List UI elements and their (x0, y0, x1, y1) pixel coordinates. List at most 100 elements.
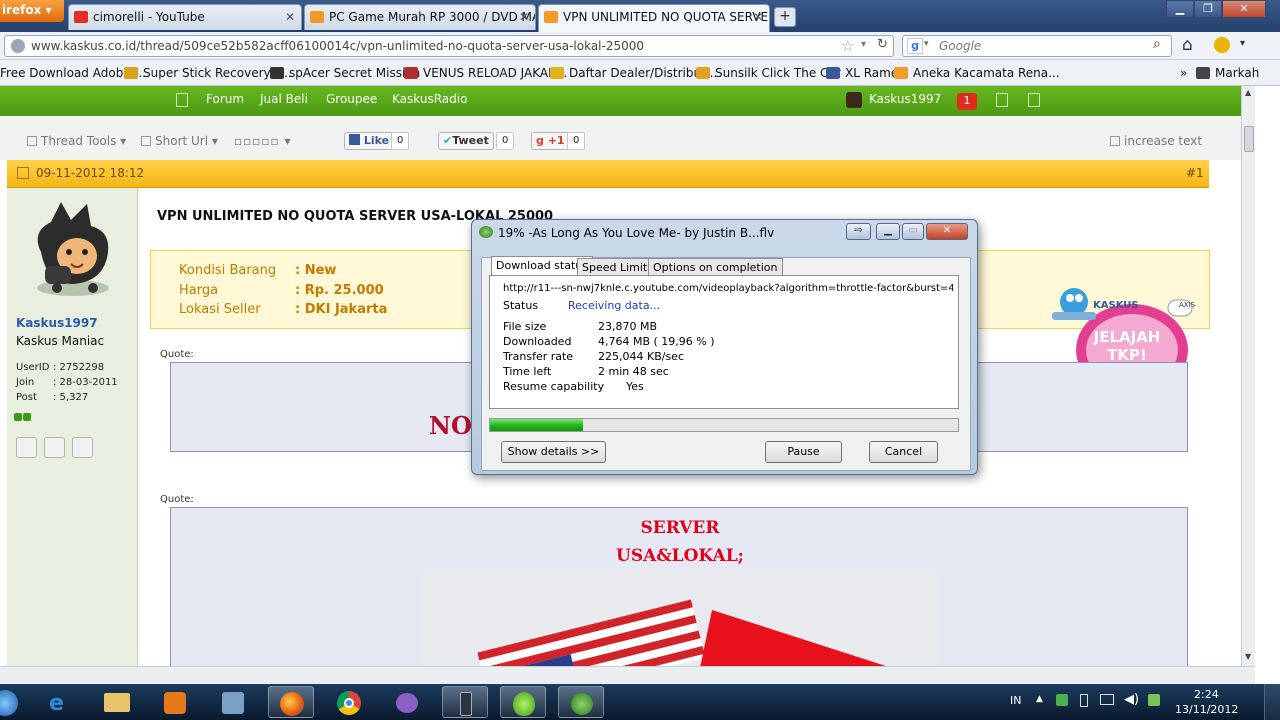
bookmark-item[interactable]: Aneka Kacamata Rena... (894, 66, 1060, 80)
firefox-icon (280, 692, 304, 716)
history-dropdown-icon[interactable]: ▾ (861, 39, 866, 50)
language-indicator[interactable]: IN (1010, 694, 1021, 707)
bookmark-item[interactable]: VENUS RELOAD JAKAR... (404, 66, 567, 80)
user-menu[interactable]: Kaskus1997 (869, 92, 941, 106)
start-button[interactable] (0, 686, 26, 718)
scroll-down-icon[interactable]: ▼ (1245, 652, 1251, 661)
messages-icon[interactable] (996, 93, 1008, 107)
bookmark-item[interactable]: Daftar Dealer/Distribut... (550, 66, 717, 80)
bookmark-label: spAcer Secret Mission (289, 66, 421, 80)
dialog-minimize-icon[interactable]: ▁ (876, 223, 900, 240)
download-status-panel: http://r11---sn-nwj7knle.c.youtube.com/v… (489, 275, 959, 409)
volume-icon[interactable]: ◀) (1124, 692, 1139, 707)
tab-vpn-unlimited[interactable]: VPN UNLIMITED NO QUOTA SERVER ... ✕ (538, 4, 770, 32)
maximize-icon[interactable]: ❐ (1194, 0, 1222, 18)
minimize-icon[interactable]: ▁ (1166, 0, 1194, 18)
short-url-menu[interactable]: Short Url ▾ (141, 134, 218, 148)
settings-icon[interactable] (1028, 93, 1040, 107)
scrollbar-thumb[interactable] (1244, 126, 1254, 152)
search-input[interactable]: g ▾ Google ⌕ (902, 35, 1172, 57)
show-details-button[interactable]: Show details >> (501, 441, 606, 463)
tab-youtube[interactable]: cimorelli - YouTube ✕ (68, 4, 302, 30)
firefox-menu-button[interactable]: irefox ▾ (0, 0, 64, 22)
close-window-icon[interactable]: ✕ (1222, 0, 1266, 18)
navigation-bar: www.kaskus.co.id/thread/509ce52b582acff0… (0, 32, 1280, 60)
scroll-up-icon[interactable]: ▲ (1245, 88, 1251, 97)
taskbar-messenger[interactable] (384, 686, 430, 718)
user-avatar[interactable] (21, 192, 125, 298)
tray-expand-icon[interactable]: ▲ (1036, 694, 1043, 704)
battery-icon[interactable] (1148, 694, 1160, 706)
bookmarks-menu-button[interactable]: Markah (1196, 66, 1259, 80)
nav-forum[interactable]: Forum (206, 92, 244, 106)
addon-dropdown-icon[interactable]: ▾ (1240, 38, 1245, 49)
quote-label: Quote: (160, 349, 194, 360)
url-bar[interactable]: www.kaskus.co.id/thread/509ce52b582acff0… (4, 35, 894, 57)
hide-to-tray-icon[interactable]: ⇨ (846, 223, 871, 240)
engine-dropdown-icon[interactable]: ▾ (924, 39, 929, 49)
taskbar-explorer[interactable] (94, 686, 140, 718)
google-icon[interactable]: g (907, 38, 923, 54)
username-link[interactable]: Kaskus1997 (16, 316, 98, 330)
location-label: Lokasi Seller (179, 302, 261, 317)
vertical-scrollbar[interactable]: ▲ ▼ (1241, 86, 1255, 666)
post-number[interactable]: #1 (1186, 166, 1204, 180)
new-tab-button[interactable]: + (774, 7, 796, 27)
quote-text: NO (429, 411, 472, 440)
reload-icon[interactable]: ↻ (877, 37, 888, 52)
cancel-button[interactable]: Cancel (869, 441, 938, 463)
bookmark-item[interactable]: Sunsilk Click The Car (696, 66, 841, 80)
gplus-button[interactable]: g +1 (531, 132, 570, 150)
facebook-icon (349, 134, 360, 145)
clock-date[interactable]: 13/11/2012 (1175, 703, 1238, 716)
close-tab-icon[interactable]: ✕ (519, 10, 529, 24)
pause-button[interactable]: Pause (765, 441, 842, 463)
addon-icon[interactable] (1214, 37, 1230, 53)
clock-time[interactable]: 2:24 (1194, 688, 1219, 701)
show-desktop-button[interactable] (1264, 684, 1280, 720)
increase-text-button[interactable]: increase text (1110, 134, 1202, 148)
close-tab-icon[interactable]: ✕ (285, 10, 295, 24)
usb-icon[interactable] (1080, 694, 1088, 707)
taskbar-chrome[interactable] (326, 686, 372, 718)
tab-options-on-completion[interactable]: Options on completion (648, 258, 783, 276)
taskbar-app[interactable] (210, 686, 256, 718)
close-tab-icon[interactable]: ✕ (753, 10, 763, 24)
notification-badge[interactable]: 1 (957, 93, 977, 110)
home-icon[interactable]: ⌂ (1182, 35, 1193, 55)
taskbar-itunes[interactable] (500, 686, 546, 718)
bookmark-star-icon[interactable]: ☆ (841, 37, 854, 55)
bookmark-icon (550, 67, 564, 79)
facebook-like-button[interactable]: Like (344, 132, 395, 150)
dialog-close-icon[interactable]: ✕ (926, 223, 968, 240)
bookmark-item[interactable]: Super Stick Recovery T... (124, 66, 292, 80)
profile-icon[interactable] (16, 437, 37, 458)
download-icon (124, 67, 138, 79)
quote-subheading: USA&LOKAL; (616, 546, 744, 566)
bookmarks-overflow-button[interactable]: » (1180, 66, 1187, 80)
nav-jual-beli[interactable]: Jual Beli (260, 92, 308, 106)
taskbar-device[interactable] (442, 686, 488, 718)
network-icon[interactable] (1100, 694, 1114, 705)
taskbar-firefox[interactable] (268, 686, 314, 718)
window-controls: ▁ ❐ ✕ (1166, 0, 1266, 20)
rating-menu[interactable]: ▫▫▫▫▫ ▾ (234, 134, 292, 148)
thread-tools-menu[interactable]: Thread Tools ▾ (27, 134, 126, 148)
horizontal-scrollbar[interactable] (0, 666, 1255, 684)
taskbar-idm[interactable] (558, 686, 604, 718)
bookmark-item[interactable]: spAcer Secret Mission (270, 66, 420, 80)
kaskus-home-icon[interactable] (176, 93, 188, 107)
bookmark-item[interactable]: XL Rame (826, 66, 898, 80)
report-icon[interactable] (72, 437, 93, 458)
search-icon[interactable]: ⌕ (1153, 36, 1161, 52)
price-label: Harga (179, 283, 219, 298)
taskbar-media-player[interactable] (152, 686, 198, 718)
add-friend-icon[interactable] (44, 437, 65, 458)
tweet-button[interactable]: ✔Tweet (438, 132, 494, 150)
tray-app-icon[interactable] (1056, 694, 1068, 706)
search-placeholder: Google (939, 39, 982, 53)
nav-kaskusradio[interactable]: KaskusRadio (392, 92, 467, 106)
taskbar-ie[interactable]: e (36, 686, 82, 718)
nav-groupee[interactable]: Groupee (326, 92, 377, 106)
tab-pc-game[interactable]: PC Game Murah RP 3000 / DVD MAX... ✕ (304, 4, 536, 30)
